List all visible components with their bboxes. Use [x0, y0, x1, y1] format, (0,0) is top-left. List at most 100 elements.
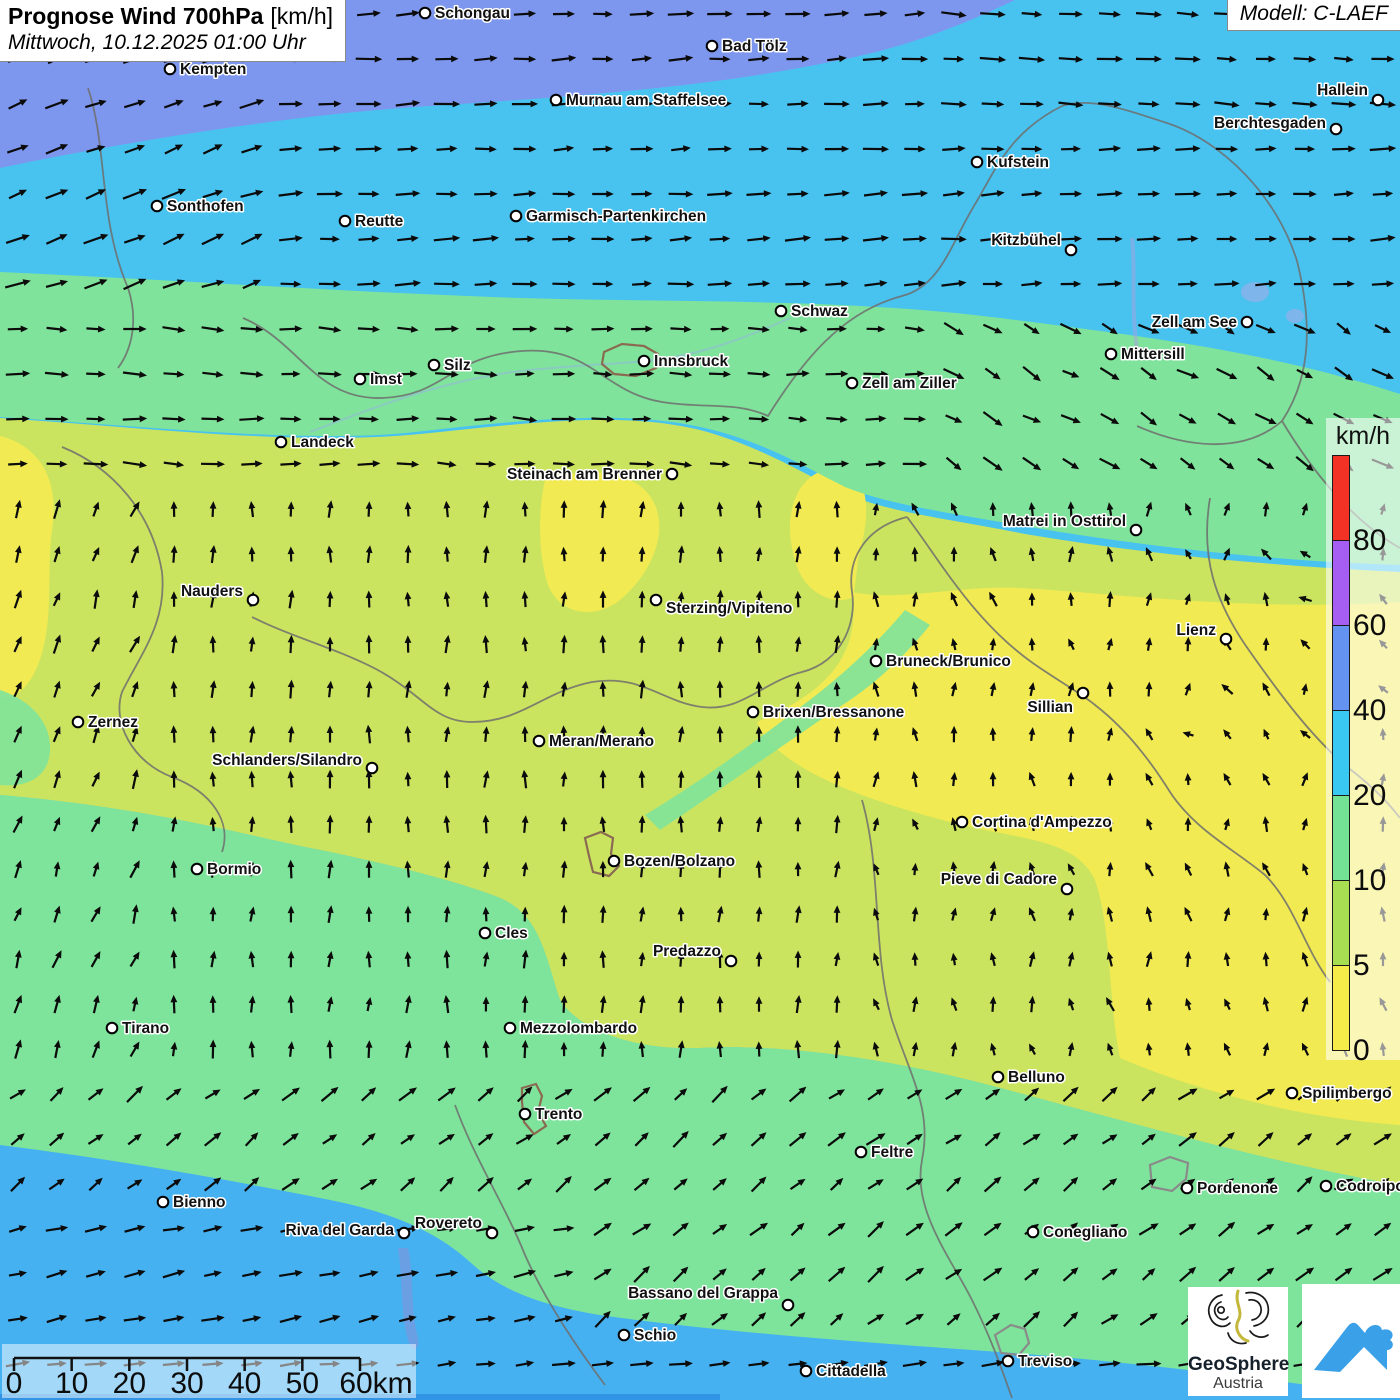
city: Pordenone — [1182, 1180, 1279, 1197]
city-marker — [1131, 525, 1142, 536]
city-marker — [957, 817, 968, 828]
city-label: Predazzo — [653, 943, 721, 960]
city-label: Mittersill — [1121, 346, 1185, 363]
city-label: Hallein — [1317, 82, 1368, 99]
legend-value: 5 — [1353, 951, 1370, 981]
city-marker — [1242, 317, 1253, 328]
city-label: Berchtesgaden — [1214, 115, 1326, 132]
legend-swatch — [1332, 710, 1350, 796]
legend-color-bar — [1332, 456, 1350, 1051]
legend-swatch — [1332, 455, 1350, 541]
scale-tick-label: 40 — [228, 1367, 261, 1398]
city-label: Sillian — [1027, 699, 1073, 716]
city-label: Belluno — [1008, 1069, 1065, 1086]
city-label: Murnau am Staffelsee — [566, 92, 727, 109]
legend-value: 20 — [1353, 781, 1386, 811]
city-label: Reutte — [355, 213, 404, 230]
city-label: Brixen/Bressanone — [763, 704, 905, 721]
city-marker — [1003, 1356, 1014, 1367]
city-marker — [856, 1147, 867, 1158]
city-marker — [726, 956, 737, 967]
city: Bozen/Bolzano — [609, 853, 735, 870]
city-label: Pordenone — [1197, 1180, 1278, 1197]
city-label: Kempten — [180, 61, 246, 78]
city-marker — [1062, 884, 1073, 895]
city-label: Spilimbergo — [1302, 1085, 1392, 1102]
city-label: Conegliano — [1043, 1224, 1127, 1241]
city-marker — [1373, 95, 1384, 106]
city-marker — [1321, 1181, 1332, 1192]
city-marker — [972, 157, 983, 168]
scale-tick-label: 30 — [170, 1367, 203, 1398]
legend-swatch — [1332, 880, 1350, 966]
city-label: Bad Tölz — [722, 38, 787, 55]
legend-value: 10 — [1353, 866, 1386, 896]
map-scale-bar: 0102030405060km — [2, 1344, 416, 1398]
scale-tick-label: 50 — [286, 1367, 319, 1398]
geosphere-wordmark: GeoSphere — [1188, 1355, 1288, 1375]
city-label: Kitzbühel — [991, 232, 1061, 249]
model-label: Modell: C-LAEF — [1227, 0, 1400, 31]
city-label: Meran/Merano — [549, 733, 654, 750]
city: Meran/Merano — [534, 733, 654, 750]
city-marker — [107, 1023, 118, 1034]
city: Bruneck/Brunico — [871, 653, 1011, 670]
city-label: Zell am Ziller — [862, 375, 957, 392]
scale-tick-label: 0 — [6, 1367, 23, 1398]
lake — [1286, 309, 1304, 323]
city-label: Treviso — [1018, 1353, 1072, 1370]
city-label: Rovereto — [415, 1215, 482, 1232]
city-marker — [801, 1366, 812, 1377]
city: Brixen/Bressanone — [748, 704, 905, 721]
city-marker — [192, 864, 203, 875]
city: Riva del Garda — [285, 1222, 409, 1239]
city-label: Schwaz — [791, 303, 848, 320]
legend-swatch — [1332, 540, 1350, 626]
city-label: Codroipo — [1336, 1178, 1400, 1195]
map-title-unit: [km/h] — [270, 3, 333, 29]
map-datetime: Mittwoch, 10.12.2025 01:00 Uhr — [8, 31, 333, 55]
city-label: Schio — [634, 1327, 676, 1344]
city-marker — [355, 374, 366, 385]
city-marker — [847, 378, 858, 389]
city-label: Steinach am Brenner — [507, 466, 662, 483]
city-label: Feltre — [871, 1144, 914, 1161]
mountain-cloud-icon — [1302, 1284, 1400, 1398]
city-label: Lienz — [1176, 622, 1216, 639]
city-label: Schlanders/Silandro — [212, 752, 362, 769]
map-title: Prognose Wind 700hPa — [8, 3, 263, 29]
city-marker — [667, 469, 678, 480]
city-label: Bormio — [207, 861, 261, 878]
scale-tick-label: 20 — [113, 1367, 146, 1398]
geosphere-logo: GeoSphere Austria — [1188, 1287, 1288, 1396]
legend-value: 0 — [1353, 1036, 1370, 1066]
city-marker — [248, 595, 259, 606]
geosphere-contour-icon — [1188, 1287, 1288, 1353]
city: Steinach am Brenner — [507, 466, 677, 483]
city-marker — [367, 763, 378, 774]
city-marker — [340, 216, 351, 227]
scale-ruler: 0102030405060km — [2, 1344, 416, 1398]
city-marker — [399, 1228, 410, 1239]
city-label: Cles — [495, 925, 528, 942]
city-marker — [783, 1300, 794, 1311]
city-marker — [152, 201, 163, 212]
city-label: Bassano del Grappa — [628, 1285, 778, 1302]
geosphere-sub: Austria — [1188, 1375, 1288, 1393]
legend-title: km/h — [1326, 418, 1400, 451]
legend-swatch — [1332, 795, 1350, 881]
city-label: Nauders — [181, 583, 243, 600]
city-marker — [619, 1330, 630, 1341]
legend-value: 60 — [1353, 611, 1386, 641]
city-label: Landeck — [291, 434, 354, 451]
mountain-logo — [1302, 1284, 1400, 1398]
city-marker — [609, 856, 620, 867]
city-marker — [158, 1197, 169, 1208]
city-marker — [276, 437, 287, 448]
city-label: Zell am See — [1152, 314, 1238, 331]
city-marker — [1078, 688, 1089, 699]
city-label: Tirano — [122, 1020, 169, 1037]
city-label: Bruneck/Brunico — [886, 653, 1011, 670]
city: Cortina d'Ampezzo — [957, 814, 1112, 831]
legend-swatch — [1332, 965, 1350, 1051]
